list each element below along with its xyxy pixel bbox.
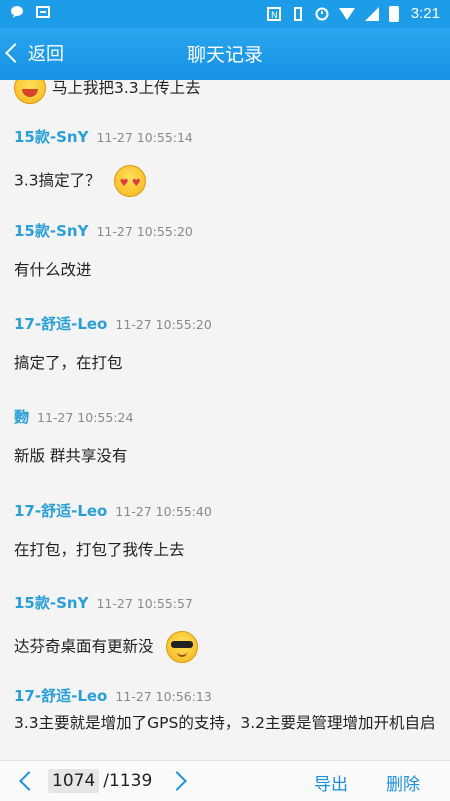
svg-text:N: N <box>271 11 278 21</box>
heart-eyes-emoji-icon <box>113 165 146 197</box>
wifi-icon <box>338 7 355 20</box>
title-bar: 返回 聊天记录 <box>0 28 450 80</box>
message-item: 17-舒适-Leo 11-27 10:56:13 3.3主要就是增加了GPS的支持… <box>14 685 436 734</box>
sender-name[interactable]: 15款-SnY <box>14 222 88 240</box>
next-page-button[interactable] <box>167 771 187 791</box>
current-page-input[interactable]: 1074 <box>48 769 100 793</box>
status-bar: N 3:21 <box>0 0 450 28</box>
message-time: 11-27 10:55:20 <box>115 317 212 332</box>
message-text: 有什么改进 <box>14 261 92 279</box>
message-time: 11-27 10:55:40 <box>115 504 212 519</box>
sender-name[interactable]: 17-舒适-Leo <box>14 315 107 333</box>
message-text: 搞定了，在打包 <box>14 354 123 372</box>
message-text: 达芬奇桌面有更新没 <box>14 637 154 656</box>
signal-icon <box>364 6 379 21</box>
page-title: 聊天记录 <box>186 44 263 66</box>
alarm-icon <box>315 7 329 21</box>
message-text: 新版 群共享没有 <box>14 447 128 465</box>
sender-name[interactable]: 15款-SnY <box>14 128 88 146</box>
message-item: 马上我把3.3上传上去 <box>14 80 436 104</box>
nfc-icon: N <box>266 6 281 21</box>
message-text: 马上我把3.3上传上去 <box>52 80 201 97</box>
sender-name[interactable]: 15款-SnY <box>14 594 88 612</box>
message-text: 在打包，打包了我传上去 <box>14 541 185 559</box>
message-text: 3.3主要就是增加了GPS的支持，3.2主要是管理增加开机自启 <box>14 714 436 732</box>
grinning-emoji-icon <box>14 80 46 104</box>
sender-name[interactable]: 17-舒适-Leo <box>14 687 107 705</box>
battery-icon <box>388 5 399 22</box>
sender-name[interactable]: 17-舒适-Leo <box>14 502 107 520</box>
message-time: 11-27 10:56:13 <box>115 689 212 704</box>
inbox-icon <box>36 5 50 19</box>
message-item: 17-舒适-Leo 11-27 10:55:40 在打包，打包了我传上去 <box>14 500 436 561</box>
message-item: 15款-SnY 11-27 10:55:14 3.3搞定了？ <box>14 126 436 197</box>
message-item: 15款-SnY 11-27 10:55:57 达芬奇桌面有更新没 <box>14 592 436 663</box>
chat-icon <box>10 5 24 19</box>
sender-name[interactable]: 覅 <box>14 408 29 426</box>
message-item: 15款-SnY 11-27 10:55:20 有什么改进 <box>14 220 436 281</box>
total-pages: /1139 <box>103 771 153 791</box>
message-time: 11-27 10:55:24 <box>37 410 134 425</box>
message-time: 11-27 10:55:57 <box>96 596 193 611</box>
prev-page-button[interactable] <box>19 771 39 791</box>
vibrate-icon <box>291 6 305 21</box>
message-list[interactable]: 马上我把3.3上传上去 15款-SnY 11-27 10:55:14 3.3搞定了… <box>0 80 450 760</box>
export-button[interactable]: 导出 <box>314 770 348 795</box>
message-item: 17-舒适-Leo 11-27 10:55:20 搞定了，在打包 <box>14 313 436 374</box>
clock: 3:21 <box>410 5 440 22</box>
message-time: 11-27 10:55:20 <box>96 224 193 239</box>
page-indicator: 1074 /1139 <box>48 767 152 795</box>
pagination-bar: 1074 /1139 导出 删除 <box>0 760 450 801</box>
delete-button[interactable]: 删除 <box>386 770 420 795</box>
message-text: 3.3搞定了？ <box>14 171 101 190</box>
message-item: 覅 11-27 10:55:24 新版 群共享没有 <box>14 406 436 467</box>
sunglasses-emoji-icon <box>166 631 199 663</box>
message-time: 11-27 10:55:14 <box>96 130 193 145</box>
